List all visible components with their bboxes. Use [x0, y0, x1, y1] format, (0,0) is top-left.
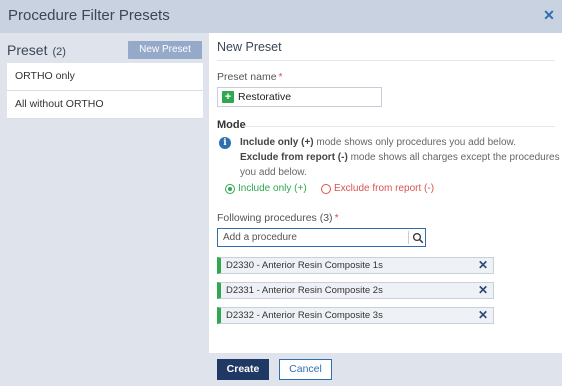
procedure-filter-presets-dialog: Procedure Filter Presets ✕ Preset (2) New…	[0, 0, 562, 386]
preset-item-all-without-ortho[interactable]: All without ORTHO	[7, 91, 203, 119]
procedure-chip: D2331 - Anterior Resin Composite 2s ✕	[217, 282, 494, 299]
search-divider	[408, 231, 409, 244]
mode-include-label: Include only (+)	[238, 183, 307, 194]
preset-list: ORTHO only All without ORTHO	[7, 63, 203, 119]
required-marker: *	[334, 212, 339, 224]
info-include-bold: Include only (+)	[240, 137, 314, 148]
required-marker: *	[278, 71, 283, 83]
cancel-button[interactable]: Cancel	[279, 359, 332, 380]
preset-name-field[interactable]: + Restorative	[217, 87, 382, 107]
info-include-line: Include only (+) mode shows only procedu…	[240, 137, 516, 148]
preset-name-label-text: Preset name	[217, 71, 277, 83]
add-procedure-input[interactable]	[218, 229, 408, 246]
procedure-chip: D2330 - Anterior Resin Composite 1s ✕	[217, 257, 494, 274]
preset-name-value: Restorative	[238, 91, 292, 103]
preset-count: (2)	[52, 46, 66, 58]
preset-header-label: Preset	[7, 42, 48, 58]
preset-item-ortho-only[interactable]: ORTHO only	[7, 63, 203, 91]
remove-icon[interactable]: ✕	[477, 309, 489, 322]
mode-title: Mode	[217, 119, 246, 131]
info-exclude-line-2: you add below.	[240, 167, 307, 178]
preset-list-header: Preset (2)	[7, 42, 66, 58]
procedure-chip-label: D2330 - Anterior Resin Composite 1s	[226, 260, 383, 271]
dialog-titlebar: Procedure Filter Presets ✕	[0, 0, 562, 33]
radio-selected-icon	[225, 184, 235, 194]
close-icon[interactable]: ✕	[542, 8, 556, 22]
info-exclude-text: mode shows all charges except the proced…	[347, 152, 560, 163]
mode-exclude-label: Exclude from report (-)	[334, 183, 435, 194]
procedure-chip-label: D2331 - Anterior Resin Composite 2s	[226, 285, 383, 296]
info-include-text: mode shows only procedures you add below…	[313, 137, 516, 148]
radio-unselected-icon	[321, 184, 331, 194]
dialog-footer: Create Cancel	[209, 353, 562, 386]
info-exclude-line: Exclude from report (-) mode shows all c…	[240, 152, 560, 163]
info-icon: i	[219, 137, 231, 149]
dialog-title: Procedure Filter Presets	[8, 7, 170, 24]
form-heading: New Preset	[217, 40, 282, 54]
preset-form-panel: New Preset Preset name * + Restorative Mo…	[209, 33, 562, 353]
heading-divider	[217, 60, 555, 61]
procedure-chip: D2332 - Anterior Resin Composite 3s ✕	[217, 307, 494, 324]
info-exclude-bold: Exclude from report (-)	[240, 152, 348, 163]
remove-icon[interactable]: ✕	[477, 259, 489, 272]
search-icon[interactable]	[412, 232, 424, 244]
preset-name-label: Preset name *	[217, 71, 283, 83]
procedures-label: Following procedures (3) *	[217, 212, 339, 224]
create-button[interactable]: Create	[217, 359, 269, 380]
procedure-chip-label: D2332 - Anterior Resin Composite 3s	[226, 310, 383, 321]
preset-sidebar: Preset (2) New Preset ORTHO only All with…	[0, 33, 209, 386]
new-preset-button[interactable]: New Preset	[128, 41, 202, 59]
procedures-label-text: Following procedures (3)	[217, 212, 333, 224]
remove-icon[interactable]: ✕	[477, 284, 489, 297]
plus-icon: +	[222, 91, 234, 103]
procedure-search	[217, 228, 426, 247]
mode-divider	[244, 126, 555, 127]
